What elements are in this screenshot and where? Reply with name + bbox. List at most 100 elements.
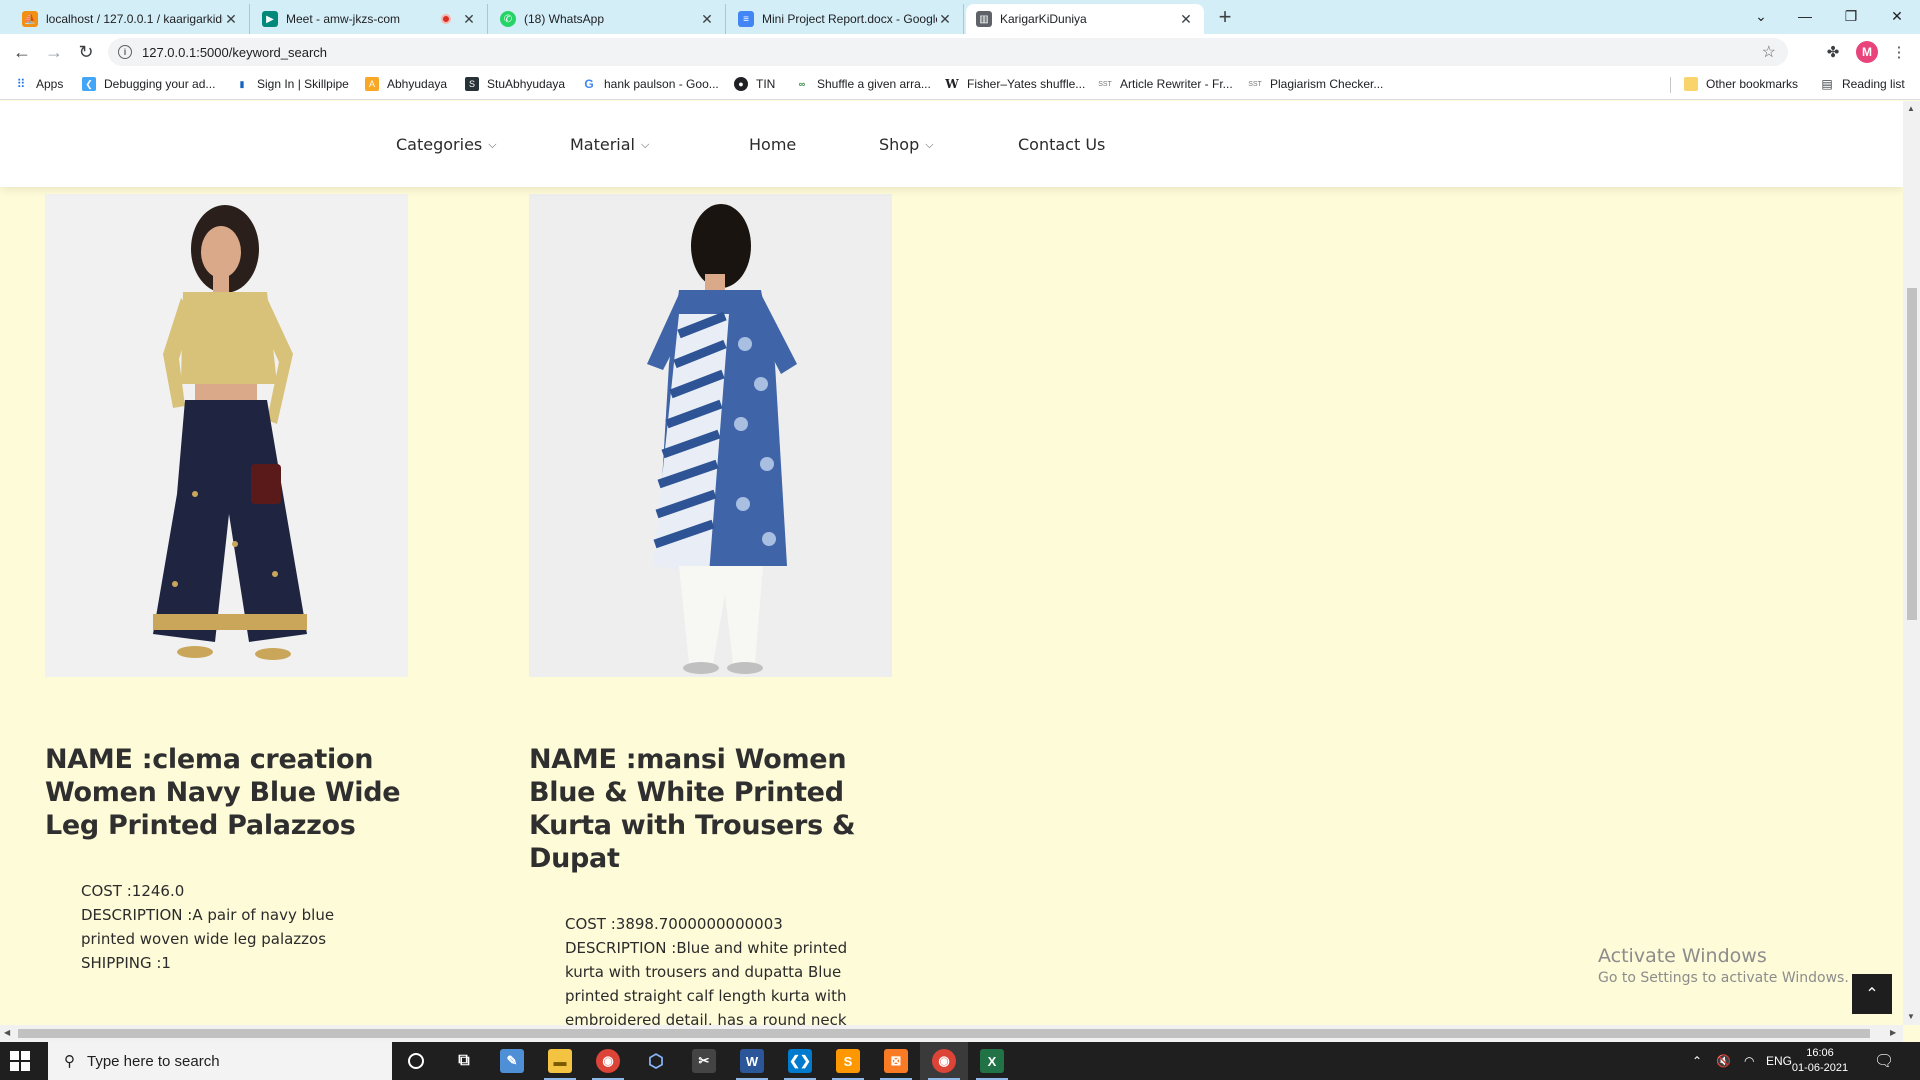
tab-title: Mini Project Report.docx - Google Docs (762, 12, 937, 26)
profile-avatar[interactable]: M (1856, 41, 1878, 63)
address-bar[interactable]: i 127.0.0.1:5000/keyword_search ☆ (108, 38, 1788, 66)
product-details: COST :3898.7000000000003 DESCRIPTION :Bl… (565, 912, 865, 1026)
taskbar-app-paint[interactable]: ✎ (488, 1042, 536, 1080)
bookmarks-bar: ⠿ Apps ❮ Debugging your ad... ▮ Sign In … (0, 70, 1920, 100)
bookmark-label: Apps (36, 77, 64, 91)
bookmark-plagiarism-checker[interactable]: SST Plagiarism Checker... (1248, 77, 1383, 91)
stuabhyudaya-icon: S (465, 77, 479, 91)
scroll-up-arrow-icon[interactable]: ▲ (1907, 104, 1915, 113)
windows-activation-watermark: Activate Windows Go to Settings to activ… (1598, 945, 1849, 986)
task-view-button[interactable]: ⧉ (440, 1042, 488, 1080)
windows-start-icon[interactable] (10, 1051, 30, 1071)
tin-icon: ● (734, 77, 748, 91)
site-info-icon[interactable]: i (118, 45, 132, 59)
tab-whatsapp[interactable]: ✆ (18) WhatsApp ✕ (490, 4, 726, 34)
scroll-to-top-button[interactable]: ⌃ (1852, 974, 1892, 1014)
model-kurta-illustration (529, 194, 892, 677)
bookmark-label: Plagiarism Checker... (1270, 77, 1384, 91)
nav-material[interactable]: Material ⌵ (570, 135, 649, 154)
tab-karigarkiduniya[interactable]: ▥ KarigarKiDuniya ✕ (966, 4, 1204, 34)
phpmyadmin-icon: ⛵ (22, 11, 38, 27)
bookmark-stuabhyudaya[interactable]: S StuAbhyudaya (465, 77, 565, 91)
chevron-down-icon: ⌵ (488, 137, 497, 151)
reading-list-button[interactable]: ▤ Reading list (1820, 77, 1904, 91)
volume-muted-icon[interactable]: 🔇 (1716, 1042, 1731, 1080)
bookmark-fisher-yates[interactable]: W Fisher–Yates shuffle... (945, 77, 1085, 91)
close-tab-icon[interactable]: ✕ (461, 11, 477, 28)
new-tab-button[interactable]: + (1212, 4, 1238, 30)
reload-icon[interactable]: ↻ (74, 40, 98, 64)
browser-toolbar: ← → ↻ i 127.0.0.1:5000/keyword_search ☆ … (0, 34, 1920, 70)
product-image[interactable] (45, 194, 408, 677)
bookmark-skillpipe[interactable]: ▮ Sign In | Skillpipe (235, 77, 349, 91)
search-icon: ⚲ (64, 1053, 75, 1070)
wifi-icon[interactable]: ◠ (1744, 1042, 1754, 1080)
bookmark-google-search[interactable]: G hank paulson - Goo... (582, 77, 718, 91)
url-text[interactable]: 127.0.0.1:5000/keyword_search (142, 45, 1762, 60)
tab-phpmyadmin[interactable]: ⛵ localhost / 127.0.0.1 / kaarigarkiduni… (12, 4, 250, 34)
nav-shop[interactable]: Shop ⌵ (879, 135, 934, 154)
taskbar-search-box[interactable]: ⚲ Type here to search (48, 1042, 392, 1080)
bookmark-debugging[interactable]: ❮ Debugging your ad... (82, 77, 215, 91)
google-docs-icon: ≡ (738, 11, 754, 27)
taskbar-app-sublime[interactable]: S (824, 1042, 872, 1080)
scroll-left-arrow-icon[interactable]: ◀ (4, 1028, 10, 1037)
forward-arrow-icon[interactable]: → (42, 40, 66, 64)
minimize-button[interactable]: — (1782, 0, 1828, 32)
product-image[interactable] (529, 194, 892, 677)
extensions-puzzle-icon[interactable]: ✤ (1822, 41, 1844, 63)
web-page: Categories ⌵ Material ⌵ Home Shop ⌵ Cont… (0, 101, 1903, 1026)
skillpipe-icon: ▮ (235, 77, 249, 91)
site-favicon-icon: ▥ (976, 11, 992, 27)
notification-center-icon[interactable]: 🗨 (1874, 1042, 1894, 1080)
scroll-right-arrow-icon[interactable]: ▶ (1890, 1028, 1896, 1037)
taskbar-app-word[interactable]: W (728, 1042, 776, 1080)
product-shipping: SHIPPING :1 (81, 954, 171, 972)
taskbar-app-excel[interactable]: X (968, 1042, 1016, 1080)
model-palazzo-illustration (45, 194, 408, 677)
tab-google-docs[interactable]: ≡ Mini Project Report.docx - Google Docs… (728, 4, 964, 34)
bookmark-abhyudaya[interactable]: A Abhyudaya (365, 77, 447, 91)
cortana-button[interactable] (392, 1042, 440, 1080)
tab-title: (18) WhatsApp (524, 12, 605, 26)
restore-button[interactable]: ❐ (1828, 0, 1874, 32)
taskbar-app-chrome[interactable]: ◉ (584, 1042, 632, 1080)
nav-categories[interactable]: Categories ⌵ (396, 135, 497, 154)
bookmark-label: Article Rewriter - Fr... (1120, 77, 1233, 91)
chevron-down-icon: ⌵ (641, 137, 650, 151)
tab-meet[interactable]: ▶ Meet - amw-jkzs-com ✕ (252, 4, 488, 34)
bookmark-star-icon[interactable]: ☆ (1762, 42, 1776, 62)
snipping-tool-icon: ✂ (692, 1049, 716, 1073)
product-cost: COST :1246.0 (81, 882, 185, 900)
bookmark-shuffle-array[interactable]: ∞ Shuffle a given arra... (795, 77, 931, 91)
close-tab-icon[interactable]: ✕ (1178, 11, 1194, 28)
whatsapp-icon: ✆ (500, 11, 516, 27)
close-tab-icon[interactable]: ✕ (223, 11, 239, 28)
nav-contact-us[interactable]: Contact Us (1018, 135, 1105, 154)
clock-time: 16:06 (1806, 1047, 1834, 1059)
taskbar-app-xampp[interactable]: ⊠ (872, 1042, 920, 1080)
vertical-scroll-thumb[interactable] (1907, 288, 1917, 620)
product-name: NAME :clema creation Women Navy Blue Wid… (45, 744, 401, 841)
taskbar-app-chrome-active[interactable]: ◉ (920, 1042, 968, 1080)
taskbar-app-explorer[interactable]: ▬ (536, 1042, 584, 1080)
taskbar-app-snipping[interactable]: ✂ (680, 1042, 728, 1080)
nav-home[interactable]: Home (749, 135, 796, 154)
close-window-button[interactable]: ✕ (1874, 0, 1920, 32)
bookmark-apps[interactable]: ⠿ Apps (14, 77, 64, 91)
watermark-line-2: Go to Settings to activate Windows. (1598, 970, 1849, 986)
tab-search-icon[interactable]: ⌄ (1738, 0, 1784, 32)
close-tab-icon[interactable]: ✕ (699, 11, 715, 28)
other-bookmarks-folder[interactable]: Other bookmarks (1684, 77, 1798, 91)
back-arrow-icon[interactable]: ← (10, 40, 34, 64)
taskbar-app-3d-viewer[interactable]: ⬡ (632, 1042, 680, 1080)
chrome-menu-icon[interactable]: ⋮ (1888, 41, 1910, 63)
taskbar-app-vscode[interactable]: ❮❯ (776, 1042, 824, 1080)
close-tab-icon[interactable]: ✕ (937, 11, 953, 28)
show-hidden-icons[interactable]: ⌃ (1692, 1042, 1702, 1080)
horizontal-scroll-thumb[interactable] (18, 1029, 1870, 1038)
bookmark-article-rewriter[interactable]: SST Article Rewriter - Fr... (1098, 77, 1233, 91)
taskbar-clock[interactable]: 16:06 01-06-2021 (1785, 1046, 1855, 1076)
scroll-down-arrow-icon[interactable]: ▼ (1907, 1012, 1915, 1021)
bookmark-tin[interactable]: ● TIN (734, 77, 775, 91)
